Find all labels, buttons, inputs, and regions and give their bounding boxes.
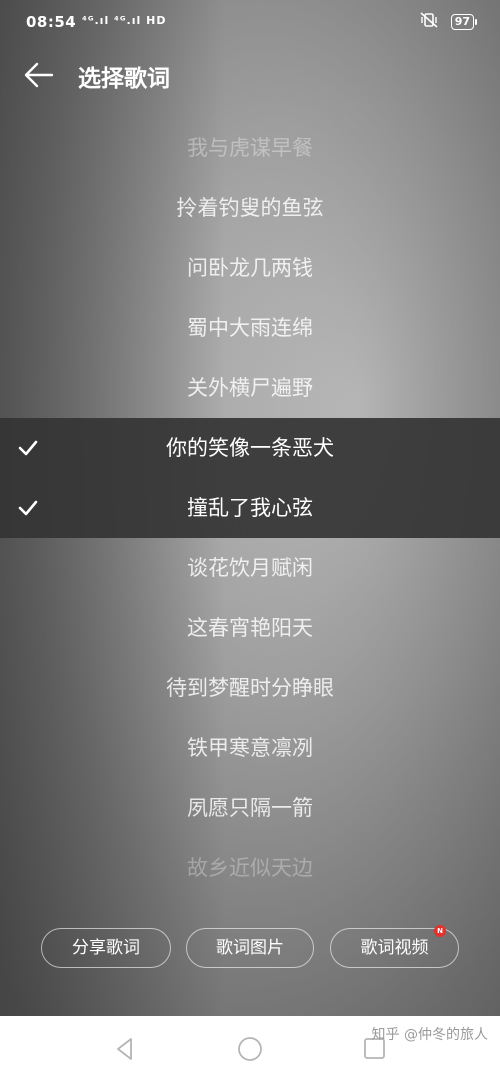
lyric-text: 铁甲寒意凛冽 bbox=[187, 736, 313, 760]
status-right: 97 bbox=[419, 12, 478, 32]
lyric-text: 撞乱了我心弦 bbox=[187, 496, 313, 520]
action-bar: 分享歌词 歌词图片 歌词视频 N bbox=[0, 925, 500, 968]
share-lyrics-label: 分享歌词 bbox=[72, 938, 140, 958]
nav-home-button[interactable] bbox=[235, 1034, 265, 1064]
header: 选择歌词 bbox=[0, 52, 500, 98]
lyric-row[interactable]: 你的笑像一条恶犬 bbox=[0, 418, 500, 478]
checkmark-icon bbox=[18, 418, 40, 478]
lyric-text: 这春宵艳阳天 bbox=[187, 616, 313, 640]
watermark-text: 知乎 @仲冬的旅人 bbox=[371, 1027, 488, 1043]
status-bar: 08:54 ⁴ᴳ.ıl ⁴ᴳ.ıl HD 97 bbox=[0, 0, 500, 48]
status-time: 08:54 bbox=[26, 13, 77, 31]
lyric-text: 待到梦醒时分睁眼 bbox=[166, 676, 334, 700]
arrow-left-icon bbox=[24, 62, 54, 88]
lyrics-image-button[interactable]: 歌词图片 bbox=[186, 928, 314, 968]
lyric-text: 你的笑像一条恶犬 bbox=[166, 436, 334, 460]
lyrics-video-label: 歌词视频 bbox=[360, 938, 429, 958]
lyric-row[interactable]: 关外横尸遍野 bbox=[0, 358, 500, 418]
lyric-text: 蜀中大雨连绵 bbox=[187, 316, 313, 340]
back-button[interactable] bbox=[22, 58, 56, 92]
lyric-text: 问卧龙几两钱 bbox=[187, 256, 313, 280]
page-title: 选择歌词 bbox=[78, 66, 170, 92]
lyric-row[interactable]: 我与虎谋早餐 bbox=[0, 118, 500, 178]
lyrics-screen: 08:54 ⁴ᴳ.ıl ⁴ᴳ.ıl HD 97 选择歌词 我与虎谋早餐 拎着钓叟的… bbox=[0, 0, 500, 1016]
lyric-text: 我与虎谋早餐 bbox=[187, 136, 313, 160]
lyric-text: 夙愿只隔一箭 bbox=[187, 796, 313, 820]
lyric-row[interactable]: 故乡近似天边 bbox=[0, 838, 500, 898]
lyrics-list: 我与虎谋早餐 拎着钓叟的鱼弦 问卧龙几两钱 蜀中大雨连绵 关外横尸遍野 你的笑像一条恶犬撞… bbox=[0, 118, 500, 898]
battery-indicator: 97 bbox=[450, 14, 478, 30]
circle-home-icon bbox=[238, 1037, 262, 1061]
lyric-row[interactable]: 铁甲寒意凛冽 bbox=[0, 718, 500, 778]
lyrics-video-button[interactable]: 歌词视频 N bbox=[330, 925, 459, 968]
lyric-text: 谈花饮月赋闲 bbox=[187, 556, 313, 580]
signal-indicator: ⁴ᴳ.ıl ⁴ᴳ.ıl HD bbox=[82, 14, 167, 27]
lyric-row[interactable]: 撞乱了我心弦 bbox=[0, 478, 500, 538]
checkmark-icon bbox=[18, 478, 40, 538]
lyric-text: 故乡近似天边 bbox=[187, 856, 313, 880]
nav-back-button[interactable] bbox=[110, 1034, 140, 1064]
triangle-back-icon bbox=[117, 1038, 132, 1060]
lyric-row[interactable]: 拎着钓叟的鱼弦 bbox=[0, 178, 500, 238]
mute-vibrate-icon bbox=[419, 12, 439, 32]
lyric-row[interactable]: 蜀中大雨连绵 bbox=[0, 298, 500, 358]
lyric-row[interactable]: 夙愿只隔一箭 bbox=[0, 778, 500, 838]
lyric-text: 拎着钓叟的鱼弦 bbox=[176, 196, 324, 220]
lyric-row[interactable]: 问卧龙几两钱 bbox=[0, 238, 500, 298]
lyric-row[interactable]: 谈花饮月赋闲 bbox=[0, 538, 500, 598]
lyric-text: 关外横尸遍野 bbox=[187, 376, 313, 400]
lyric-row[interactable]: 这春宵艳阳天 bbox=[0, 598, 500, 658]
new-badge: N bbox=[434, 925, 446, 937]
lyrics-image-label: 歌词图片 bbox=[216, 938, 284, 958]
share-lyrics-button[interactable]: 分享歌词 bbox=[41, 928, 171, 968]
lyric-row[interactable]: 待到梦醒时分睁眼 bbox=[0, 658, 500, 718]
